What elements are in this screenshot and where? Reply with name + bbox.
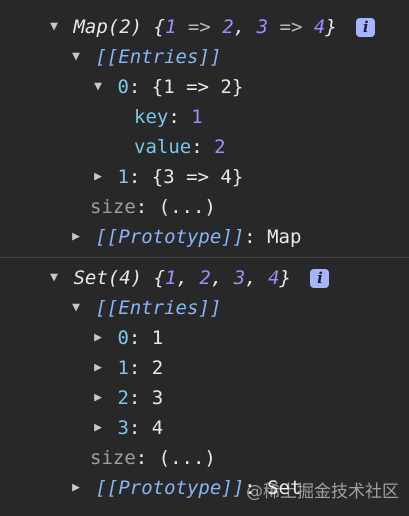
size-value[interactable]: (...)	[159, 447, 216, 469]
set-size[interactable]: size: (...)	[90, 443, 216, 473]
size-label: size	[90, 447, 136, 469]
map-key: 1	[165, 16, 177, 38]
set-item: 3	[233, 267, 246, 289]
map-prototype[interactable]: ▶ [[Prototype]]: Map	[68, 222, 301, 252]
brace-close: }	[325, 16, 337, 38]
set-item: 4	[268, 267, 280, 289]
map-arrow: =>	[187, 16, 211, 38]
expand-right-icon[interactable]: ▶	[68, 222, 84, 252]
map-entry-0-value: value: 2	[134, 136, 226, 158]
entry-value: {3 => 4}	[151, 166, 244, 188]
expand-right-icon[interactable]: ▶	[90, 353, 106, 383]
entries-label: [[Entries]]	[95, 46, 222, 68]
set-item: 1	[165, 267, 177, 289]
expand-down-icon[interactable]: ▼	[68, 42, 84, 72]
expand-right-icon[interactable]: ▶	[90, 383, 106, 413]
map-entry-1[interactable]: ▶ 1: {3 => 4}	[90, 162, 243, 192]
expand-down-icon[interactable]: ▼	[46, 12, 62, 42]
map-arrow: =>	[279, 16, 303, 38]
expand-right-icon[interactable]: ▶	[90, 323, 106, 353]
divider	[0, 257, 409, 258]
map-entry-0[interactable]: ▼ 0: {1 => 2}	[90, 72, 243, 102]
prototype-value: Map	[267, 226, 302, 248]
expand-right-icon[interactable]: ▶	[90, 413, 106, 443]
entries-label: [[Entries]]	[95, 297, 222, 319]
expand-right-icon[interactable]: ▶	[90, 162, 106, 192]
expand-right-icon[interactable]: ▶	[68, 473, 84, 503]
entry-value: 3	[151, 387, 164, 409]
size-label: size	[90, 196, 136, 218]
entry-index: 1	[117, 166, 129, 188]
entry-index: 3	[117, 417, 129, 439]
size-value[interactable]: (...)	[159, 196, 216, 218]
prop-label: value	[134, 136, 192, 158]
brace-close: }	[279, 267, 291, 289]
expand-down-icon[interactable]: ▼	[46, 263, 62, 293]
prop-label: key	[134, 106, 169, 128]
set-entry[interactable]: ▶ 2: 3	[90, 383, 163, 413]
entry-value: 1	[151, 327, 164, 349]
info-icon[interactable]: i	[356, 18, 376, 37]
map-entry-0-key: key: 1	[134, 106, 203, 128]
entry-index: 2	[117, 387, 129, 409]
set-item: 2	[199, 267, 211, 289]
prop-value: 2	[214, 136, 226, 158]
watermark: @稀土掘金技术社区	[246, 482, 399, 502]
prop-value: 1	[191, 106, 203, 128]
entry-index: 1	[117, 357, 129, 379]
expand-down-icon[interactable]: ▼	[90, 72, 106, 102]
set-entry[interactable]: ▶ 3: 4	[90, 413, 163, 443]
map-header[interactable]: ▼ Map(2) {1 => 2, 3 => 4} i	[46, 12, 376, 42]
entry-value: 2	[151, 357, 164, 379]
set-entry[interactable]: ▶ 1: 2	[90, 353, 163, 383]
set-entry[interactable]: ▶ 0: 1	[90, 323, 163, 353]
entry-index: 0	[117, 76, 129, 98]
entry-value: {1 => 2}	[151, 76, 244, 98]
entry-value: 4	[151, 417, 164, 439]
info-icon[interactable]: i	[310, 269, 330, 288]
set-type-label: Set(4)	[73, 267, 143, 289]
map-type-label: Map(2)	[73, 16, 143, 38]
map-value: 4	[313, 16, 326, 38]
map-entries[interactable]: ▼ [[Entries]]	[68, 42, 221, 72]
map-size[interactable]: size: (...)	[90, 192, 216, 222]
brace-open: {	[153, 267, 165, 289]
set-entries[interactable]: ▼ [[Entries]]	[68, 293, 221, 323]
prototype-label: [[Prototype]]	[95, 477, 245, 499]
prototype-label: [[Prototype]]	[95, 226, 245, 248]
brace-open: {	[153, 16, 165, 38]
set-header[interactable]: ▼ Set(4) {1, 2, 3, 4} i	[46, 263, 330, 293]
expand-down-icon[interactable]: ▼	[68, 293, 84, 323]
map-value: 2	[222, 16, 234, 38]
map-key: 3	[256, 16, 269, 38]
entry-index: 0	[117, 327, 129, 349]
